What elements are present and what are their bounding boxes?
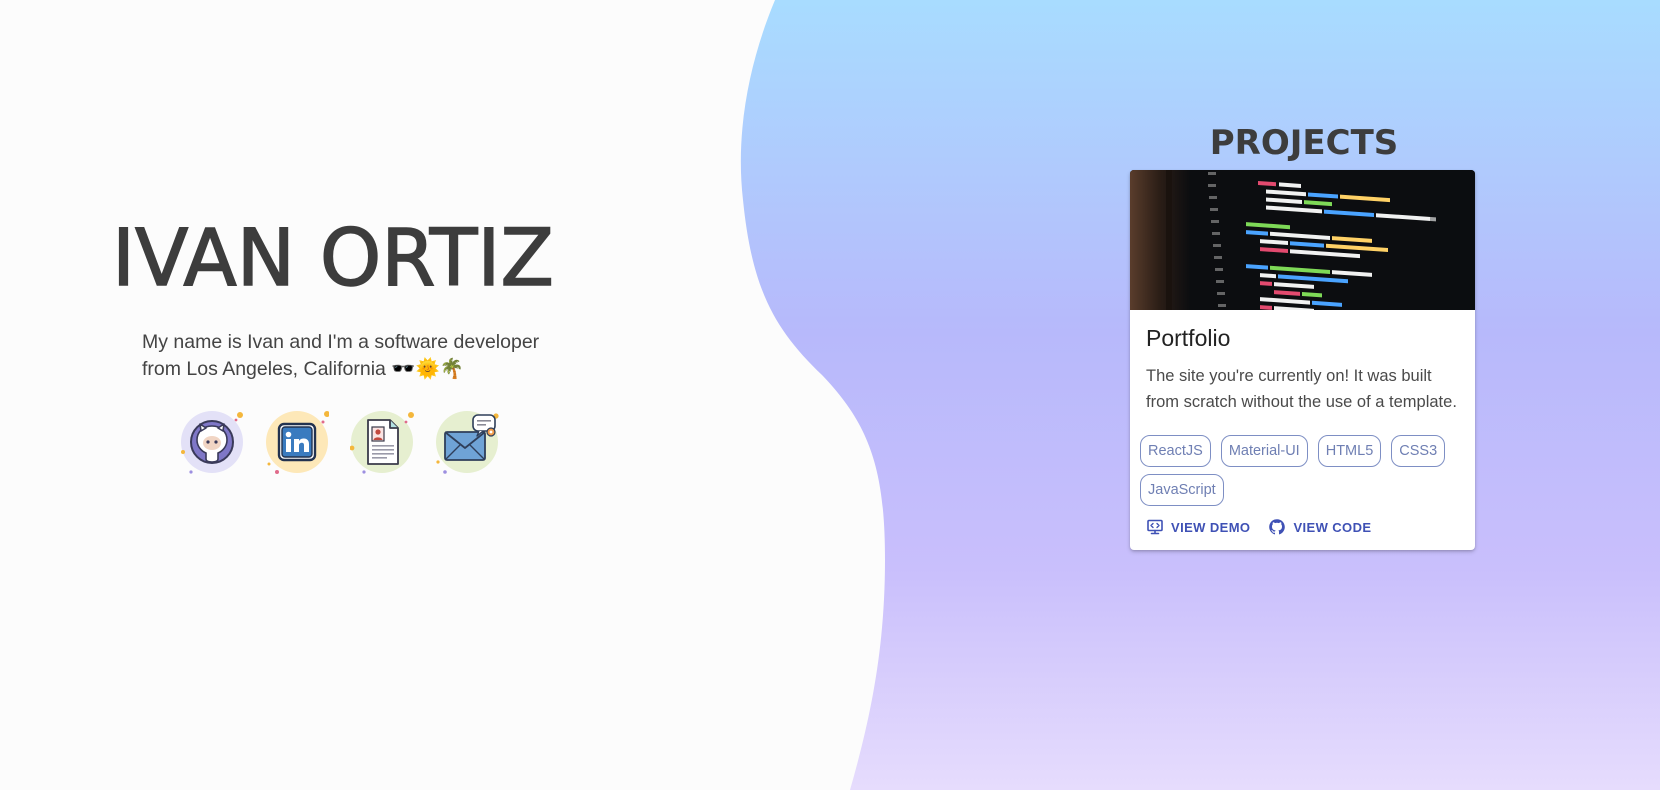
view-code-label: VIEW CODE (1293, 519, 1372, 535)
github-icon (1269, 519, 1286, 535)
linkedin-link[interactable] (265, 410, 329, 474)
project-actions: VIEW DEMO VIEW CODE (1130, 506, 1475, 550)
email-icon (436, 411, 499, 474)
view-demo-label: VIEW DEMO (1171, 519, 1251, 535)
resume-icon (350, 411, 414, 474)
hero-name: IVAN ORTIZ (111, 214, 554, 304)
projects-section: PROJECTS Portfolio The site you're curre… (1130, 126, 1475, 550)
projects-title: PROJECTS (1209, 123, 1399, 163)
project-tags: ReactJS Material-UI HTML5 CSS3 JavaScrip… (1130, 415, 1475, 506)
project-title: Portfolio (1146, 325, 1231, 351)
github-link[interactable] (180, 410, 244, 474)
project-image-code-screen (1130, 170, 1475, 310)
tag-chip[interactable]: JavaScript (1140, 474, 1224, 506)
project-card: Portfolio The site you're currently on! … (1130, 170, 1475, 550)
github-icon (181, 411, 243, 474)
tag-chip[interactable]: Material-UI (1220, 435, 1308, 467)
social-links (180, 410, 499, 474)
project-description: The site you're currently on! It was bui… (1146, 367, 1457, 411)
linkedin-icon (266, 411, 329, 474)
tag-chip[interactable]: HTML5 (1317, 435, 1382, 467)
tag-chip[interactable]: ReactJS (1140, 435, 1211, 467)
email-link[interactable] (435, 410, 499, 474)
hero-section: IVAN ORTIZ My name is Ivan and I'm a sof… (0, 0, 760, 790)
tag-chip[interactable]: CSS3 (1391, 435, 1446, 467)
view-demo-button[interactable]: VIEW DEMO (1146, 518, 1250, 536)
hero-intro: My name is Ivan and I'm a software devel… (142, 331, 540, 380)
resume-link[interactable] (350, 410, 414, 474)
monitor-code-icon (1147, 519, 1163, 535)
view-code-button[interactable]: VIEW CODE (1268, 518, 1371, 536)
project-card-body: Portfolio The site you're currently on! … (1130, 310, 1475, 415)
